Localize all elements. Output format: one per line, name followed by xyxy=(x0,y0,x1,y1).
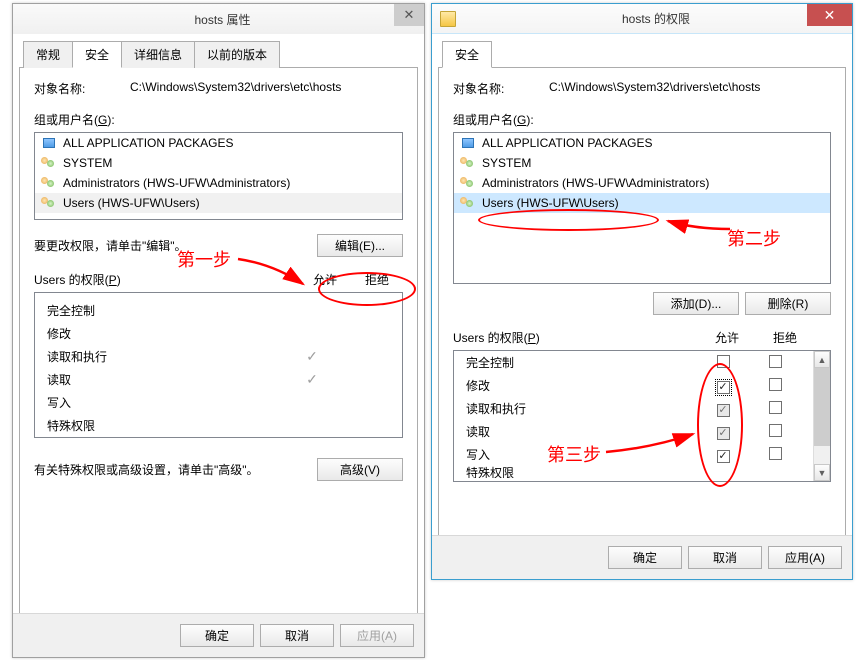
window-title: hosts 属性 xyxy=(21,11,424,28)
titlebar[interactable]: hosts 的权限 ✕ xyxy=(432,4,852,34)
users-icon xyxy=(460,155,476,171)
allow-checkbox[interactable] xyxy=(717,404,730,417)
advanced-button[interactable]: 高级(V) xyxy=(317,458,403,481)
window-title: hosts 的权限 xyxy=(460,10,852,27)
users-icon xyxy=(460,175,476,191)
dialog-buttons: 确定 取消 应用(A) xyxy=(13,613,424,657)
tab-strip: 安全 xyxy=(438,40,846,68)
permissions-header: Users 的权限(P) xyxy=(34,271,121,288)
tab-security[interactable]: 安全 xyxy=(442,41,492,68)
folder-icon xyxy=(440,11,456,27)
close-icon[interactable]: ✕ xyxy=(807,4,852,26)
object-name-value: C:\Windows\System32\drivers\etc\hosts xyxy=(130,80,403,97)
perm-row: 修改 xyxy=(35,322,402,345)
groups-listbox[interactable]: ALL APPLICATION PACKAGES SYSTEM Administ… xyxy=(453,132,831,284)
list-item-users[interactable]: Users (HWS-UFW\Users) xyxy=(35,193,402,213)
allow-checkbox[interactable] xyxy=(717,381,730,394)
edit-button[interactable]: 编辑(E)... xyxy=(317,234,403,257)
groups-listbox[interactable]: ALL APPLICATION PACKAGES SYSTEM Administ… xyxy=(34,132,403,220)
col-allow: 允许 xyxy=(698,329,756,346)
list-item[interactable]: SYSTEM xyxy=(35,153,402,173)
tab-strip: 常规 安全 详细信息 以前的版本 xyxy=(19,40,418,68)
dialog-body: 安全 对象名称: C:\Windows\System32\drivers\etc… xyxy=(432,34,852,579)
apply-button[interactable]: 应用(A) xyxy=(340,624,414,647)
perm-row: 写入 xyxy=(35,391,402,414)
dialog-buttons: 确定 取消 应用(A) xyxy=(432,535,852,579)
perm-row: 完全控制 xyxy=(35,299,402,322)
package-icon xyxy=(41,135,57,151)
cancel-button[interactable]: 取消 xyxy=(260,624,334,647)
titlebar[interactable]: hosts 属性 ✕ xyxy=(13,4,424,34)
perm-row: 写入 xyxy=(454,443,813,466)
scroll-up-icon[interactable]: ▲ xyxy=(814,351,830,368)
permissions-box: 完全控制 修改 读取和执行✓ 读取✓ 写入 特殊权限 xyxy=(34,292,403,438)
tab-previous-versions[interactable]: 以前的版本 xyxy=(194,41,280,68)
deny-checkbox[interactable] xyxy=(769,447,782,460)
permissions-header: Users 的权限(P) xyxy=(453,329,540,346)
object-name-label: 对象名称: xyxy=(34,80,130,97)
allow-checkbox[interactable] xyxy=(717,450,730,463)
groups-label: 组或用户名(G): xyxy=(34,111,403,128)
perm-row: 特殊权限 xyxy=(35,414,402,437)
users-icon xyxy=(41,175,57,191)
deny-checkbox[interactable] xyxy=(769,378,782,391)
perm-row: 读取和执行✓ xyxy=(35,345,402,368)
list-item[interactable]: Administrators (HWS-UFW\Administrators) xyxy=(35,173,402,193)
perm-row: 读取✓ xyxy=(35,368,402,391)
users-icon xyxy=(41,155,57,171)
users-icon xyxy=(460,195,476,211)
permissions-dialog: hosts 的权限 ✕ 安全 对象名称: C:\Windows\System32… xyxy=(431,3,853,580)
check-icon: ✓ xyxy=(286,371,338,388)
list-item[interactable]: Administrators (HWS-UFW\Administrators) xyxy=(454,173,830,193)
perm-row: 修改 xyxy=(454,374,813,397)
dialog-body: 常规 安全 详细信息 以前的版本 对象名称: C:\Windows\System… xyxy=(13,34,424,657)
tab-content: 对象名称: C:\Windows\System32\drivers\etc\ho… xyxy=(19,68,418,638)
permissions-box: 完全控制 修改 读取和执行 读取 写入 特殊权限 ▲ ▼ xyxy=(453,350,831,482)
list-item[interactable]: ALL APPLICATION PACKAGES xyxy=(454,133,830,153)
advanced-hint: 有关特殊权限或高级设置，请单击"高级"。 xyxy=(34,461,259,478)
properties-dialog: hosts 属性 ✕ 常规 安全 详细信息 以前的版本 对象名称: C:\Win… xyxy=(12,3,425,658)
perm-row: 完全控制 xyxy=(454,351,813,374)
object-name-value: C:\Windows\System32\drivers\etc\hosts xyxy=(549,80,831,97)
tab-general[interactable]: 常规 xyxy=(23,41,73,68)
check-icon: ✓ xyxy=(286,348,338,365)
tab-details[interactable]: 详细信息 xyxy=(121,41,195,68)
deny-checkbox[interactable] xyxy=(769,424,782,437)
deny-checkbox[interactable] xyxy=(769,401,782,414)
scroll-down-icon[interactable]: ▼ xyxy=(814,464,830,481)
groups-label: 组或用户名(G): xyxy=(453,111,831,128)
edit-hint: 要更改权限，请单击"编辑"。 xyxy=(34,237,187,254)
apply-button[interactable]: 应用(A) xyxy=(768,546,842,569)
col-deny: 拒绝 xyxy=(756,329,814,346)
col-deny: 拒绝 xyxy=(351,271,403,288)
list-item-users[interactable]: Users (HWS-UFW\Users) xyxy=(454,193,830,213)
list-item[interactable]: ALL APPLICATION PACKAGES xyxy=(35,133,402,153)
allow-checkbox[interactable] xyxy=(717,427,730,440)
remove-button[interactable]: 删除(R) xyxy=(745,292,831,315)
perm-row: 读取和执行 xyxy=(454,397,813,420)
col-allow: 允许 xyxy=(299,271,351,288)
ok-button[interactable]: 确定 xyxy=(180,624,254,647)
cancel-button[interactable]: 取消 xyxy=(688,546,762,569)
package-icon xyxy=(460,135,476,151)
add-button[interactable]: 添加(D)... xyxy=(653,292,739,315)
object-name-label: 对象名称: xyxy=(453,80,549,97)
tab-security[interactable]: 安全 xyxy=(72,41,122,68)
allow-checkbox[interactable] xyxy=(717,355,730,368)
scrollbar[interactable]: ▲ ▼ xyxy=(813,351,830,481)
close-icon[interactable]: ✕ xyxy=(394,4,424,26)
list-item[interactable]: SYSTEM xyxy=(454,153,830,173)
deny-checkbox[interactable] xyxy=(769,355,782,368)
perm-row: 特殊权限 xyxy=(454,466,813,478)
perm-row: 读取 xyxy=(454,420,813,443)
tab-content: 对象名称: C:\Windows\System32\drivers\etc\ho… xyxy=(438,68,846,558)
ok-button[interactable]: 确定 xyxy=(608,546,682,569)
users-icon xyxy=(41,195,57,211)
